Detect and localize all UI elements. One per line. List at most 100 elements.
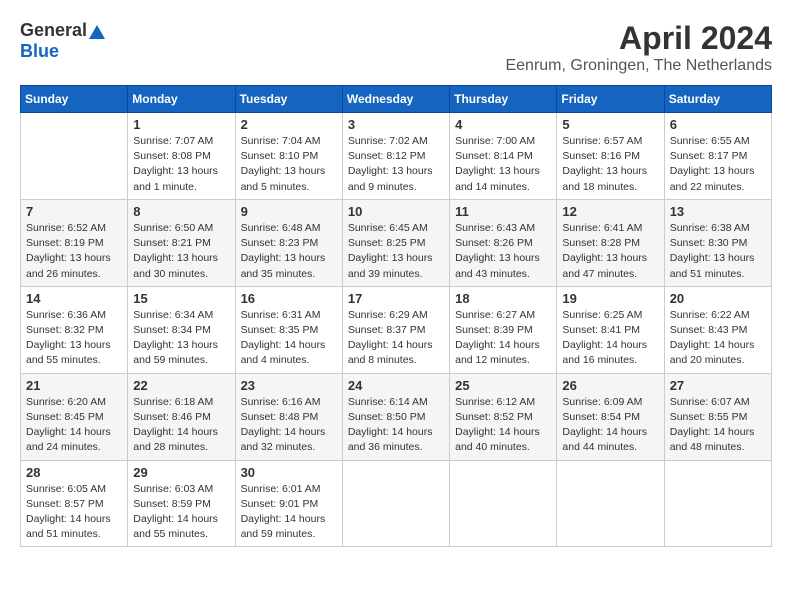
day-number: 9 [241,204,337,219]
day-cell: 11 Sunrise: 6:43 AM Sunset: 8:26 PM Dayl… [450,199,557,286]
day-info: Sunrise: 7:02 AM Sunset: 8:12 PM Dayligh… [348,134,444,195]
day-cell: 17 Sunrise: 6:29 AM Sunset: 8:37 PM Dayl… [342,286,449,373]
day-number: 19 [562,291,658,306]
day-number: 29 [133,465,229,480]
col-header-tuesday: Tuesday [235,86,342,113]
calendar-table: SundayMondayTuesdayWednesdayThursdayFrid… [20,85,772,547]
day-cell: 13 Sunrise: 6:38 AM Sunset: 8:30 PM Dayl… [664,199,771,286]
day-number: 28 [26,465,122,480]
day-info: Sunrise: 6:55 AM Sunset: 8:17 PM Dayligh… [670,134,766,195]
day-number: 13 [670,204,766,219]
week-row-5: 28 Sunrise: 6:05 AM Sunset: 8:57 PM Dayl… [21,460,772,547]
day-cell: 15 Sunrise: 6:34 AM Sunset: 8:34 PM Dayl… [128,286,235,373]
day-info: Sunrise: 6:20 AM Sunset: 8:45 PM Dayligh… [26,395,122,456]
day-cell: 2 Sunrise: 7:04 AM Sunset: 8:10 PM Dayli… [235,113,342,200]
day-info: Sunrise: 6:03 AM Sunset: 8:59 PM Dayligh… [133,482,229,543]
day-number: 24 [348,378,444,393]
day-number: 4 [455,117,551,132]
week-row-4: 21 Sunrise: 6:20 AM Sunset: 8:45 PM Dayl… [21,373,772,460]
day-info: Sunrise: 6:31 AM Sunset: 8:35 PM Dayligh… [241,308,337,369]
day-info: Sunrise: 6:48 AM Sunset: 8:23 PM Dayligh… [241,221,337,282]
day-info: Sunrise: 6:45 AM Sunset: 8:25 PM Dayligh… [348,221,444,282]
day-cell: 23 Sunrise: 6:16 AM Sunset: 8:48 PM Dayl… [235,373,342,460]
day-number: 2 [241,117,337,132]
day-cell: 6 Sunrise: 6:55 AM Sunset: 8:17 PM Dayli… [664,113,771,200]
day-cell: 4 Sunrise: 7:00 AM Sunset: 8:14 PM Dayli… [450,113,557,200]
day-cell [450,460,557,547]
day-info: Sunrise: 6:18 AM Sunset: 8:46 PM Dayligh… [133,395,229,456]
day-cell: 26 Sunrise: 6:09 AM Sunset: 8:54 PM Dayl… [557,373,664,460]
day-cell: 19 Sunrise: 6:25 AM Sunset: 8:41 PM Dayl… [557,286,664,373]
day-cell: 14 Sunrise: 6:36 AM Sunset: 8:32 PM Dayl… [21,286,128,373]
day-number: 8 [133,204,229,219]
day-info: Sunrise: 6:29 AM Sunset: 8:37 PM Dayligh… [348,308,444,369]
day-info: Sunrise: 6:05 AM Sunset: 8:57 PM Dayligh… [26,482,122,543]
day-cell: 22 Sunrise: 6:18 AM Sunset: 8:46 PM Dayl… [128,373,235,460]
day-cell: 9 Sunrise: 6:48 AM Sunset: 8:23 PM Dayli… [235,199,342,286]
day-info: Sunrise: 6:43 AM Sunset: 8:26 PM Dayligh… [455,221,551,282]
day-cell: 12 Sunrise: 6:41 AM Sunset: 8:28 PM Dayl… [557,199,664,286]
day-cell: 1 Sunrise: 7:07 AM Sunset: 8:08 PM Dayli… [128,113,235,200]
day-number: 25 [455,378,551,393]
col-header-monday: Monday [128,86,235,113]
day-number: 3 [348,117,444,132]
day-number: 21 [26,378,122,393]
day-info: Sunrise: 6:09 AM Sunset: 8:54 PM Dayligh… [562,395,658,456]
day-number: 20 [670,291,766,306]
day-info: Sunrise: 6:52 AM Sunset: 8:19 PM Dayligh… [26,221,122,282]
day-cell: 18 Sunrise: 6:27 AM Sunset: 8:39 PM Dayl… [450,286,557,373]
day-info: Sunrise: 6:38 AM Sunset: 8:30 PM Dayligh… [670,221,766,282]
day-info: Sunrise: 7:04 AM Sunset: 8:10 PM Dayligh… [241,134,337,195]
day-info: Sunrise: 7:07 AM Sunset: 8:08 PM Dayligh… [133,134,229,195]
col-header-friday: Friday [557,86,664,113]
col-header-sunday: Sunday [21,86,128,113]
day-number: 22 [133,378,229,393]
col-header-thursday: Thursday [450,86,557,113]
day-number: 7 [26,204,122,219]
day-number: 5 [562,117,658,132]
day-number: 16 [241,291,337,306]
calendar-header-row: SundayMondayTuesdayWednesdayThursdayFrid… [21,86,772,113]
day-info: Sunrise: 6:22 AM Sunset: 8:43 PM Dayligh… [670,308,766,369]
day-cell: 30 Sunrise: 6:01 AM Sunset: 9:01 PM Dayl… [235,460,342,547]
day-cell: 28 Sunrise: 6:05 AM Sunset: 8:57 PM Dayl… [21,460,128,547]
week-row-1: 1 Sunrise: 7:07 AM Sunset: 8:08 PM Dayli… [21,113,772,200]
day-info: Sunrise: 6:36 AM Sunset: 8:32 PM Dayligh… [26,308,122,369]
day-info: Sunrise: 6:14 AM Sunset: 8:50 PM Dayligh… [348,395,444,456]
day-number: 17 [348,291,444,306]
logo: General Blue [20,20,105,62]
day-info: Sunrise: 6:34 AM Sunset: 8:34 PM Dayligh… [133,308,229,369]
day-cell: 5 Sunrise: 6:57 AM Sunset: 8:16 PM Dayli… [557,113,664,200]
day-cell [664,460,771,547]
day-number: 18 [455,291,551,306]
day-number: 27 [670,378,766,393]
logo-general-text: General [20,20,87,40]
day-info: Sunrise: 6:57 AM Sunset: 8:16 PM Dayligh… [562,134,658,195]
day-number: 10 [348,204,444,219]
day-number: 30 [241,465,337,480]
day-cell: 7 Sunrise: 6:52 AM Sunset: 8:19 PM Dayli… [21,199,128,286]
day-cell [557,460,664,547]
day-number: 12 [562,204,658,219]
day-info: Sunrise: 6:07 AM Sunset: 8:55 PM Dayligh… [670,395,766,456]
day-info: Sunrise: 6:01 AM Sunset: 9:01 PM Dayligh… [241,482,337,543]
week-row-3: 14 Sunrise: 6:36 AM Sunset: 8:32 PM Dayl… [21,286,772,373]
day-info: Sunrise: 7:00 AM Sunset: 8:14 PM Dayligh… [455,134,551,195]
day-cell: 25 Sunrise: 6:12 AM Sunset: 8:52 PM Dayl… [450,373,557,460]
day-cell: 21 Sunrise: 6:20 AM Sunset: 8:45 PM Dayl… [21,373,128,460]
week-row-2: 7 Sunrise: 6:52 AM Sunset: 8:19 PM Dayli… [21,199,772,286]
col-header-saturday: Saturday [664,86,771,113]
day-number: 14 [26,291,122,306]
location-title: Eenrum, Groningen, The Netherlands [505,57,772,75]
day-info: Sunrise: 6:25 AM Sunset: 8:41 PM Dayligh… [562,308,658,369]
day-info: Sunrise: 6:16 AM Sunset: 8:48 PM Dayligh… [241,395,337,456]
title-area: April 2024 Eenrum, Groningen, The Nether… [505,20,772,75]
col-header-wednesday: Wednesday [342,86,449,113]
month-title: April 2024 [505,20,772,57]
day-cell: 3 Sunrise: 7:02 AM Sunset: 8:12 PM Dayli… [342,113,449,200]
day-info: Sunrise: 6:41 AM Sunset: 8:28 PM Dayligh… [562,221,658,282]
day-number: 15 [133,291,229,306]
day-info: Sunrise: 6:27 AM Sunset: 8:39 PM Dayligh… [455,308,551,369]
day-number: 23 [241,378,337,393]
day-cell: 24 Sunrise: 6:14 AM Sunset: 8:50 PM Dayl… [342,373,449,460]
